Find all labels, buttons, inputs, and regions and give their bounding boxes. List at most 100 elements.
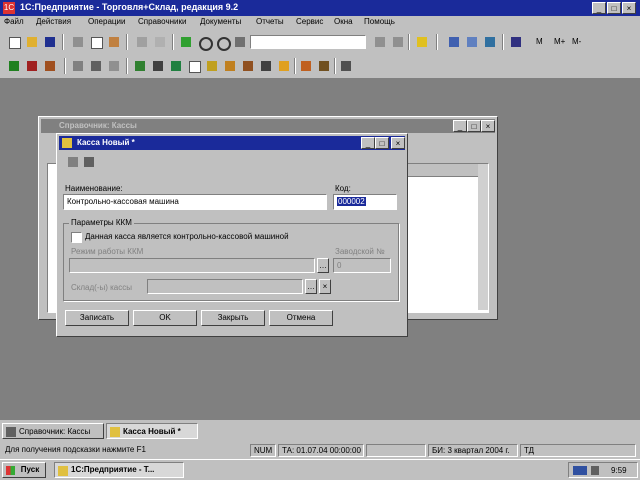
save-button[interactable]: Записать [65, 310, 129, 326]
folder-icon[interactable] [276, 58, 292, 74]
minimize-button[interactable]: _ [592, 2, 606, 14]
refresh-icon[interactable] [298, 58, 314, 74]
close-dialog-button[interactable]: Закрыть [201, 310, 265, 326]
taskbar-app-button[interactable]: 1С:Предприятие - Т... [54, 462, 184, 478]
reserve-select-button[interactable]: … [305, 279, 317, 294]
dialog-close-button[interactable]: × [391, 137, 405, 149]
code-field[interactable]: 000002 [333, 194, 397, 210]
status-bar: Для получения подсказки нажмите F1 NUM Т… [0, 442, 640, 459]
start-button[interactable]: Пуск [2, 462, 46, 478]
list-column-header[interactable] [404, 164, 478, 177]
print-form-icon[interactable] [258, 58, 274, 74]
redo-icon[interactable] [214, 34, 231, 51]
invoice-icon[interactable] [106, 58, 122, 74]
calendar-icon[interactable] [70, 58, 86, 74]
tab-cash-new[interactable]: Касса Новый * [106, 423, 198, 439]
reserve-label: Склад(-ы) кассы [71, 283, 132, 292]
status-hint: Для получения подсказки нажмите F1 [5, 445, 146, 454]
dialog-action-icon[interactable] [65, 154, 81, 170]
kkm-checkbox[interactable] [71, 232, 82, 243]
menu-reports[interactable]: Отчеты [256, 17, 284, 26]
settings-icon[interactable] [338, 58, 354, 74]
money-icon[interactable] [222, 58, 238, 74]
menu-service[interactable]: Сервис [296, 17, 323, 26]
journal-icon[interactable] [88, 58, 104, 74]
close-button[interactable]: × [622, 2, 636, 14]
name-label: Наименование: [65, 184, 123, 193]
menu-windows[interactable]: Окна [334, 17, 353, 26]
chart-icon[interactable] [482, 34, 498, 50]
help-icon[interactable] [414, 34, 430, 50]
dialog-minimize-button[interactable]: _ [361, 137, 375, 149]
reserve-clear-button[interactable]: × [319, 279, 331, 294]
search-combo[interactable] [250, 35, 366, 49]
dialog-filter-icon[interactable] [81, 154, 97, 170]
open-icon[interactable] [24, 34, 40, 50]
transfer-icon[interactable] [240, 58, 256, 74]
preview-icon[interactable] [152, 34, 168, 50]
menu-documents[interactable]: Документы [200, 17, 241, 26]
menu-operations[interactable]: Операции [88, 17, 125, 26]
ok-button[interactable]: OK [133, 310, 197, 326]
list-minimize-button[interactable]: _ [453, 120, 467, 132]
exchange-icon[interactable] [24, 58, 40, 74]
dialog-title: Касса Новый * [77, 138, 135, 147]
cut-icon[interactable] [70, 34, 86, 50]
sale-icon[interactable] [204, 58, 220, 74]
undo-icon[interactable] [196, 34, 213, 51]
status-empty [366, 444, 426, 457]
taskbar-app-label: 1С:Предприятие - Т... [71, 465, 155, 474]
mode-label: Режим работы ККМ [71, 247, 144, 256]
memory-m[interactable]: M [536, 37, 543, 46]
start-label: Пуск [20, 465, 40, 474]
paste-icon[interactable] [106, 34, 122, 50]
search-down-icon[interactable] [372, 34, 388, 50]
table-icon[interactable] [464, 34, 480, 50]
report-icon[interactable] [446, 34, 462, 50]
menu-file[interactable]: Файл [4, 17, 24, 26]
menu-actions[interactable]: Действия [36, 17, 71, 26]
tray-network-icon[interactable] [573, 466, 587, 475]
bag-icon[interactable] [316, 58, 332, 74]
memory-minus[interactable]: M- [572, 37, 581, 46]
cash-dialog: Касса Новый * _ □ × Наименование: Контро… [56, 133, 408, 337]
kkm-group-label: Параметры ККМ [69, 218, 134, 227]
number-label: Заводской № [335, 247, 385, 256]
book-icon[interactable] [508, 34, 524, 50]
cash-icon[interactable] [168, 58, 184, 74]
tray-volume-icon[interactable] [591, 466, 599, 475]
person-icon[interactable] [150, 58, 166, 74]
name-field[interactable]: Контрольно-кассовая машина [63, 194, 327, 210]
calculator-icon[interactable] [178, 34, 194, 50]
cancel-button[interactable]: Отмена [269, 310, 333, 326]
search-up-icon[interactable] [390, 34, 406, 50]
ledger-icon[interactable] [6, 58, 22, 74]
mode-field[interactable] [69, 258, 315, 273]
maximize-button[interactable]: □ [607, 2, 621, 14]
list-scrollbar[interactable] [478, 164, 488, 310]
number-field[interactable]: 0 [333, 258, 391, 273]
code-label: Код: [335, 184, 351, 193]
operation-icon[interactable] [42, 58, 58, 74]
print-icon[interactable] [134, 34, 150, 50]
menu-help[interactable]: Помощь [364, 17, 395, 26]
find-icon[interactable] [232, 34, 248, 50]
tab-cash-list[interactable]: Справочник: Кассы [2, 423, 104, 439]
menu-catalogs[interactable]: Справочники [138, 17, 186, 26]
copy-icon[interactable] [88, 34, 104, 50]
mode-select-button[interactable]: … [317, 258, 329, 273]
tray: 9:59 [568, 462, 638, 478]
reserve-field[interactable] [147, 279, 303, 294]
code-value: 000002 [337, 197, 366, 206]
save-icon[interactable] [42, 34, 58, 50]
warehouse-icon[interactable] [132, 58, 148, 74]
windows-logo-icon [6, 466, 15, 475]
dialog-maximize-button[interactable]: □ [375, 137, 389, 149]
document-icon[interactable] [186, 58, 202, 74]
clock: 9:59 [611, 466, 627, 475]
taskbar: Пуск 1С:Предприятие - Т... 9:59 [0, 459, 640, 480]
memory-plus[interactable]: M+ [554, 37, 565, 46]
list-maximize-button[interactable]: □ [467, 120, 481, 132]
new-icon[interactable] [6, 34, 22, 50]
list-close-button[interactable]: × [481, 120, 495, 132]
